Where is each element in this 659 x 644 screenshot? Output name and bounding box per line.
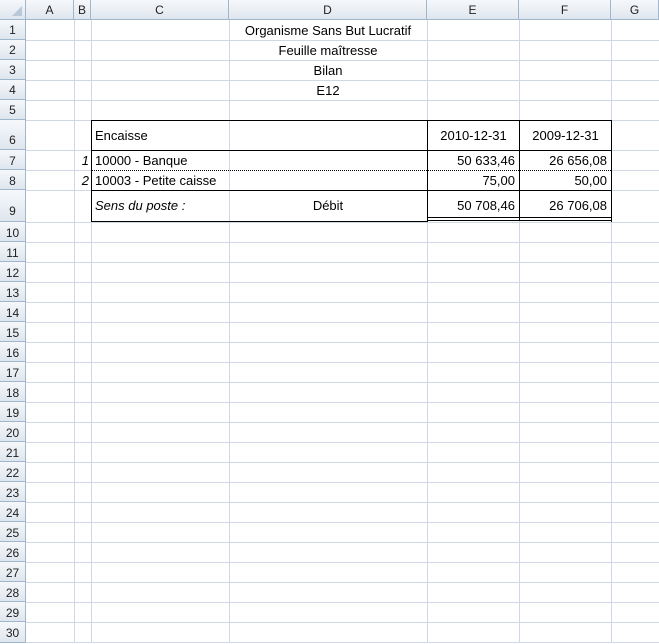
account-name[interactable]: 10003 - Petite caisse <box>92 170 292 190</box>
gridline <box>26 242 659 243</box>
gridline <box>26 302 659 303</box>
column-header-g[interactable]: G <box>611 0 659 20</box>
amount-current-year[interactable]: 50 633,46 <box>428 150 519 170</box>
gridline <box>26 362 659 363</box>
account-name[interactable]: 10000 - Banque <box>92 150 292 170</box>
column-header-d[interactable]: D <box>229 0 427 20</box>
amount-current-year[interactable]: 75,00 <box>428 170 519 190</box>
row-header[interactable]: 21 <box>0 442 26 462</box>
gridline <box>26 502 659 503</box>
total-prior-year[interactable]: 26 706,08 <box>520 190 611 217</box>
select-all-corner[interactable] <box>0 0 26 20</box>
row-header[interactable]: 6 <box>0 120 26 150</box>
row-header[interactable]: 15 <box>0 322 26 342</box>
title-sheet[interactable]: Feuille maîtresse <box>229 40 427 60</box>
total-double-underline <box>427 220 612 221</box>
gridline <box>26 402 659 403</box>
row-header[interactable]: 16 <box>0 342 26 362</box>
gridline <box>26 582 659 583</box>
row-number[interactable]: 1 <box>74 150 91 170</box>
row-header[interactable]: 12 <box>0 262 26 282</box>
table-header-prior-year[interactable]: 2009-12-31 <box>520 120 611 150</box>
row-header[interactable]: 4 <box>0 80 26 100</box>
row-header[interactable]: 10 <box>0 222 26 242</box>
row-header[interactable]: 30 <box>0 622 26 643</box>
row-header[interactable]: 25 <box>0 522 26 542</box>
row-header[interactable]: 26 <box>0 542 26 562</box>
title-organization[interactable]: Organisme Sans But Lucratif <box>229 20 427 40</box>
row-header[interactable]: 3 <box>0 60 26 80</box>
amount-prior-year[interactable]: 26 656,08 <box>520 150 611 170</box>
table-border <box>611 120 612 222</box>
gridline <box>26 602 659 603</box>
gridline <box>611 20 612 643</box>
gridline <box>427 20 428 643</box>
gridline <box>26 482 659 483</box>
gridline <box>26 382 659 383</box>
table-header-label[interactable]: Encaisse <box>92 120 229 150</box>
row-header[interactable]: 2 <box>0 40 26 60</box>
row-header[interactable]: 9 <box>0 190 26 222</box>
column-header-a[interactable]: A <box>26 0 74 20</box>
title-reference[interactable]: E12 <box>229 80 427 100</box>
row-header[interactable]: 11 <box>0 242 26 262</box>
gridline <box>74 20 75 643</box>
row-header[interactable]: 14 <box>0 302 26 322</box>
row-header[interactable]: 18 <box>0 382 26 402</box>
amount-prior-year[interactable]: 50,00 <box>520 170 611 190</box>
row-header[interactable]: 29 <box>0 602 26 622</box>
row-header[interactable]: 7 <box>0 150 26 170</box>
gridline <box>26 462 659 463</box>
row-header[interactable]: 20 <box>0 422 26 442</box>
row-number[interactable]: 2 <box>74 170 91 190</box>
row-header[interactable]: 5 <box>0 100 26 120</box>
gridline <box>26 342 659 343</box>
row-header[interactable]: 17 <box>0 362 26 382</box>
gridline <box>26 522 659 523</box>
row-header[interactable]: 23 <box>0 482 26 502</box>
gridline <box>26 262 659 263</box>
row-header[interactable]: 1 <box>0 20 26 40</box>
spreadsheet-grid: A B C D E F G 1 2 3 4 5 6 7 8 9 10 11 12… <box>0 0 659 643</box>
row-header[interactable]: 27 <box>0 562 26 582</box>
gridline <box>26 422 659 423</box>
gridline <box>26 542 659 543</box>
total-double-underline <box>427 217 612 218</box>
row-header[interactable]: 28 <box>0 582 26 602</box>
column-header-b[interactable]: B <box>74 0 91 20</box>
total-sens[interactable]: Débit <box>229 190 427 221</box>
gridline <box>26 442 659 443</box>
gridline <box>26 282 659 283</box>
row-header[interactable]: 22 <box>0 462 26 482</box>
column-header-e[interactable]: E <box>427 0 519 20</box>
gridline <box>26 222 659 223</box>
gridline <box>26 622 659 623</box>
table-border <box>91 221 428 222</box>
title-report[interactable]: Bilan <box>229 60 427 80</box>
column-header-c[interactable]: C <box>91 0 229 20</box>
gridline <box>229 20 230 643</box>
total-current-year[interactable]: 50 708,46 <box>428 190 519 217</box>
gridline <box>26 322 659 323</box>
row-header[interactable]: 24 <box>0 502 26 522</box>
total-label[interactable]: Sens du poste : <box>92 190 229 221</box>
gridline <box>26 562 659 563</box>
gridline <box>91 20 92 643</box>
row-header[interactable]: 8 <box>0 170 26 190</box>
row-header[interactable]: 13 <box>0 282 26 302</box>
gridline <box>519 20 520 643</box>
gridline <box>26 100 659 101</box>
column-header-f[interactable]: F <box>519 0 611 20</box>
row-header[interactable]: 19 <box>0 402 26 422</box>
table-header-current-year[interactable]: 2010-12-31 <box>428 120 519 150</box>
